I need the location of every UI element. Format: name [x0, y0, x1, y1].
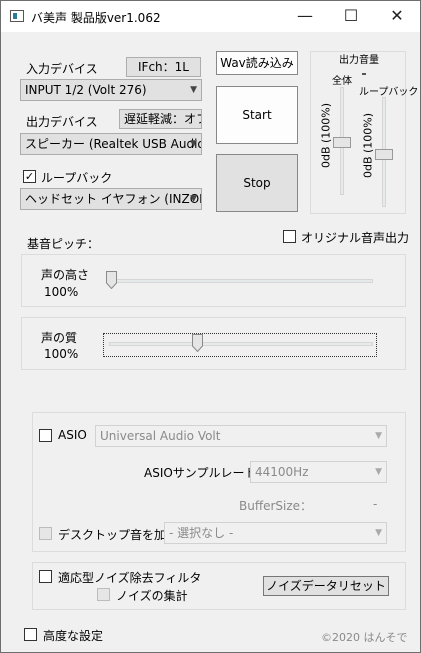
desktop-audio-select[interactable]: - 選択なし - ▼	[164, 522, 387, 544]
buffersize-label: BufferSize：	[239, 499, 313, 513]
chevron-down-icon: ▼	[375, 431, 382, 441]
original-output-checkbox[interactable]	[283, 230, 296, 243]
input-device-select[interactable]: INPUT 1/2 (Volt 276) ▼	[20, 79, 202, 101]
output-device-label: 出力デバイス	[26, 115, 98, 129]
output-volume-title: 出力音量	[339, 55, 379, 66]
asio-device-select[interactable]: Universal Audio Volt ▼	[95, 425, 387, 447]
window-title: バ美声 製品版ver1.062	[31, 11, 161, 25]
title-bar: バ美声 製品版ver1.062 — ☐ ✕	[1, 1, 420, 32]
voice-height-track	[106, 279, 373, 283]
advanced-settings-checkbox[interactable]	[24, 628, 37, 641]
stop-button[interactable]: Stop	[216, 154, 298, 212]
maximize-button[interactable]: ☐	[328, 1, 374, 32]
noise-collect-label: ノイズの集計	[116, 589, 188, 603]
chevron-down-icon: ▼	[375, 467, 382, 477]
chevron-down-icon: ▼	[375, 528, 382, 538]
app-window: バ美声 製品版ver1.062 — ☐ ✕ 入力デバイス IFch：1L INP…	[0, 0, 421, 653]
chevron-down-icon: ▼	[190, 139, 197, 149]
asio-samplerate-value: 44100Hz	[255, 465, 309, 479]
voice-height-value: 100%	[44, 285, 79, 299]
master-volume-thumb[interactable]	[333, 137, 351, 148]
asio-label: ASIO	[58, 428, 87, 442]
chevron-down-icon: ▼	[190, 85, 197, 95]
buffersize-value: -	[373, 497, 378, 511]
app-icon	[10, 10, 24, 22]
noise-filter-label: 適応型ノイズ除去フィルタ	[58, 571, 202, 585]
chevron-down-icon: ▼	[190, 194, 197, 204]
volume-divider	[362, 73, 366, 75]
noise-filter-checkbox[interactable]	[39, 570, 52, 583]
noise-reset-button[interactable]: ノイズデータリセット	[263, 576, 389, 596]
asio-samplerate-select[interactable]: 44100Hz ▼	[250, 461, 387, 483]
loopback-checkbox[interactable]: ✓	[23, 170, 36, 183]
voice-quality-track	[109, 342, 373, 346]
loopback-volume-thumb[interactable]	[375, 149, 393, 160]
wav-load-button[interactable]: Wav読み込み	[216, 51, 298, 75]
desktop-audio-checkbox[interactable]	[39, 527, 52, 540]
latency-reduction-button[interactable]: 遅延軽減：オフ	[119, 109, 202, 129]
minimize-button[interactable]: —	[282, 1, 328, 32]
advanced-settings-label: 高度な設定	[43, 629, 104, 643]
input-device-label: 入力デバイス	[26, 62, 98, 76]
pitch-section-label: 基音ピッチ：	[27, 237, 100, 251]
loopback-label: ループバック	[41, 171, 113, 185]
noise-collect-checkbox[interactable]	[97, 588, 110, 601]
master-volume-value: 0dB (100%)	[319, 102, 333, 169]
voice-height-label: 声の高さ	[41, 268, 90, 282]
voice-quality-value: 100%	[44, 347, 79, 361]
loopback-device-value: ヘッドセット イヤフォン (INZONE Buds)	[25, 192, 201, 206]
desktop-audio-label: デスクトップ音を加算	[58, 528, 179, 542]
input-device-value: INPUT 1/2 (Volt 276)	[25, 83, 147, 97]
loopback-device-select[interactable]: ヘッドセット イヤフォン (INZONE Buds) ▼	[20, 188, 202, 210]
desktop-audio-value: - 選択なし -	[169, 526, 234, 540]
input-channel-button[interactable]: IFch：1L	[126, 57, 201, 77]
loopback-volume-value: 0dB (100%)	[361, 112, 375, 179]
master-volume-label: 全体	[332, 76, 352, 87]
copyright-text: ©2020 はんそで	[321, 631, 408, 644]
voice-height-thumb[interactable]	[106, 271, 117, 289]
output-device-select[interactable]: スピーカー (Realtek USB Audio) ▼	[20, 133, 202, 155]
voice-quality-label: 声の質	[41, 331, 78, 345]
asio-device-value: Universal Audio Volt	[100, 429, 221, 443]
voice-quality-thumb[interactable]	[192, 334, 204, 352]
close-button[interactable]: ✕	[374, 1, 420, 32]
asio-checkbox[interactable]	[39, 429, 52, 442]
loopback-volume-label: ループバック	[359, 87, 419, 98]
start-button[interactable]: Start	[216, 86, 298, 144]
output-device-value: スピーカー (Realtek USB Audio)	[25, 137, 202, 151]
original-output-label: オリジナル音声出力	[301, 231, 410, 245]
